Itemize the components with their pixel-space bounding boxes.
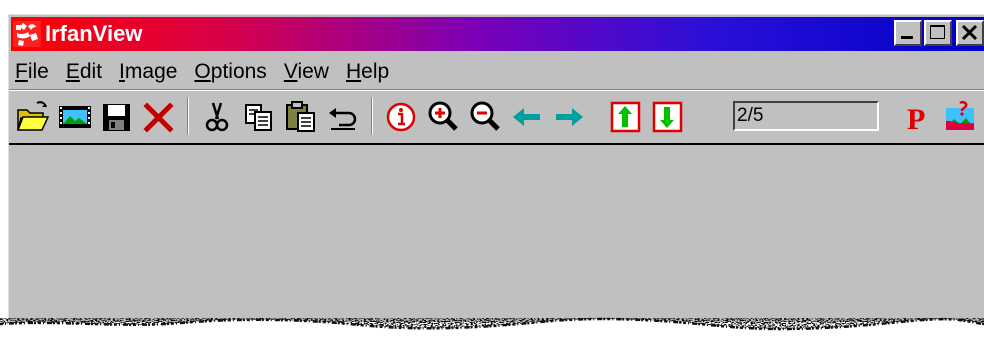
toolbar-separator (371, 97, 373, 135)
previous-icon (513, 108, 540, 126)
torn-edge-decoration (0, 317, 984, 352)
menu-help-label: elp (361, 60, 390, 83)
menu-file[interactable]: File (11, 60, 58, 84)
maximize-button[interactable] (924, 20, 952, 46)
slideshow-button[interactable] (57, 99, 93, 135)
menu-view[interactable]: View (276, 60, 338, 84)
window-controls (894, 20, 984, 46)
info-icon (386, 102, 416, 132)
open-button[interactable] (15, 99, 51, 135)
print-button[interactable]: P (901, 99, 937, 135)
menu-file-mnemonic: F (15, 60, 28, 83)
copy-icon (245, 104, 272, 131)
paste-icon (286, 101, 315, 132)
menu-edit[interactable]: Edit (58, 60, 111, 84)
last-page-icon (652, 101, 683, 133)
window-title: IrfanView (45, 21, 143, 46)
menu-help[interactable]: Help (338, 60, 398, 84)
toolbar-separator (187, 97, 189, 135)
paste-button[interactable] (283, 99, 319, 135)
print-label: P (907, 103, 925, 135)
page-indicator-field[interactable] (733, 101, 879, 131)
info-button[interactable] (383, 99, 419, 135)
delete-icon (143, 102, 174, 133)
close-icon (961, 24, 978, 41)
undo-icon (329, 108, 357, 130)
toolbar: P (9, 91, 984, 143)
irfanview-app-icon[interactable] (13, 21, 41, 47)
menu-image[interactable]: Image (111, 60, 186, 84)
previous-image-button[interactable] (509, 99, 545, 135)
first-page-icon (610, 101, 641, 133)
next-icon (556, 108, 583, 126)
menu-view-label: iew (297, 60, 329, 83)
zoom-out-button[interactable] (467, 99, 503, 135)
next-image-button[interactable] (551, 99, 587, 135)
irfanview-window: IrfanView File Edit Image Options View H… (8, 14, 984, 352)
about-button[interactable] (943, 99, 979, 135)
page-down-button[interactable] (649, 99, 685, 135)
maximize-icon (930, 25, 945, 39)
menu-bar: File Edit Image Options View Help (11, 55, 398, 89)
open-folder-icon (16, 101, 50, 131)
menu-view-mnemonic: V (283, 60, 298, 83)
minimize-button[interactable] (894, 20, 922, 46)
delete-button[interactable] (141, 99, 177, 135)
menu-options-mnemonic: O (194, 60, 211, 83)
zoom-in-icon (428, 101, 458, 131)
save-button[interactable] (99, 99, 135, 135)
zoom-out-icon (470, 101, 500, 131)
cut-icon (205, 102, 229, 132)
close-button[interactable] (956, 20, 984, 46)
cut-button[interactable] (199, 99, 235, 135)
print-icon: P (907, 103, 925, 135)
copy-button[interactable] (241, 99, 277, 135)
title-bar[interactable]: IrfanView (11, 17, 984, 51)
page-up-button[interactable] (607, 99, 643, 135)
zoom-in-button[interactable] (425, 99, 461, 135)
undo-button[interactable] (325, 99, 361, 135)
about-icon (946, 100, 974, 130)
menu-edit-label: dit (79, 60, 103, 83)
menu-options[interactable]: Options (186, 60, 275, 84)
menu-help-mnemonic: H (345, 60, 362, 83)
menu-options-label: ptions (210, 60, 267, 83)
slideshow-icon (59, 106, 91, 128)
save-icon (103, 104, 130, 131)
menu-file-label: ile (27, 60, 49, 83)
menu-edit-mnemonic: E (65, 60, 80, 83)
menu-image-label: mage (124, 60, 178, 83)
toolbar-bottom-divider (9, 143, 984, 145)
minimize-icon (901, 36, 913, 39)
